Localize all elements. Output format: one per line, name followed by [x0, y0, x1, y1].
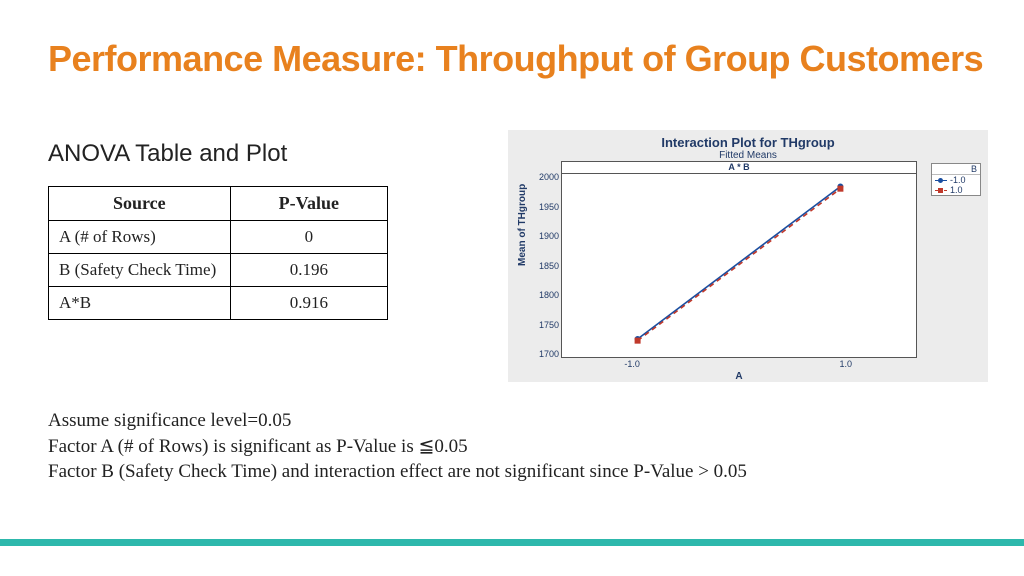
col-source: Source	[49, 187, 231, 221]
chart-subtitle: Fitted Means	[509, 150, 987, 161]
note-line: Assume significance level=0.05	[48, 408, 948, 434]
table-row: A (# of Rows) 0	[49, 221, 388, 254]
note-line: Factor B (Safety Check Time) and interac…	[48, 459, 948, 485]
legend-item: -1.0	[932, 175, 980, 185]
interaction-plot: Interaction Plot for THgroup Fitted Mean…	[508, 130, 988, 382]
y-tick-label: 2000	[529, 172, 559, 182]
legend-swatch-icon	[935, 190, 947, 191]
legend-title: B	[932, 164, 980, 175]
legend-label: -1.0	[950, 175, 966, 185]
slide-title: Performance Measure: Throughput of Group…	[48, 38, 983, 80]
cell-source: B (Safety Check Time)	[49, 254, 231, 287]
anova-table: Source P-Value A (# of Rows) 0 B (Safety…	[48, 186, 388, 320]
slide: Performance Measure: Throughput of Group…	[0, 0, 1024, 576]
legend-item: 1.0	[932, 185, 980, 195]
y-axis-label: Mean of THgroup	[517, 184, 528, 266]
legend: B -1.0 1.0	[931, 163, 981, 196]
y-tick-label: 1700	[529, 349, 559, 359]
cell-pvalue: 0.196	[230, 254, 387, 287]
chart-title: Interaction Plot for THgroup	[509, 135, 987, 150]
x-tick-label: 1.0	[840, 359, 853, 369]
y-tick-label: 1900	[529, 231, 559, 241]
legend-swatch-icon	[935, 180, 947, 181]
col-pvalue: P-Value	[230, 187, 387, 221]
y-tick-label: 1950	[529, 202, 559, 212]
table-header-row: Source P-Value	[49, 187, 388, 221]
accent-bar	[0, 539, 1024, 546]
plot-area	[561, 173, 917, 358]
table-row: A*B 0.916	[49, 287, 388, 320]
cell-source: A*B	[49, 287, 231, 320]
subhead-anova: ANOVA Table and Plot	[48, 140, 287, 168]
y-tick-label: 1800	[529, 290, 559, 300]
note-line: Factor A (# of Rows) is significant as P…	[48, 434, 948, 460]
cell-pvalue: 0.916	[230, 287, 387, 320]
y-tick-label: 1850	[529, 261, 559, 271]
y-tick-label: 1750	[529, 320, 559, 330]
x-tick-label: -1.0	[624, 359, 640, 369]
plot-svg	[562, 174, 916, 357]
cell-source: A (# of Rows)	[49, 221, 231, 254]
x-axis-label: A	[561, 371, 917, 382]
cell-pvalue: 0	[230, 221, 387, 254]
legend-label: 1.0	[950, 185, 963, 195]
notes-block: Assume significance level=0.05 Factor A …	[48, 408, 948, 485]
panel-label: A * B	[561, 161, 917, 173]
table-row: B (Safety Check Time) 0.196	[49, 254, 388, 287]
